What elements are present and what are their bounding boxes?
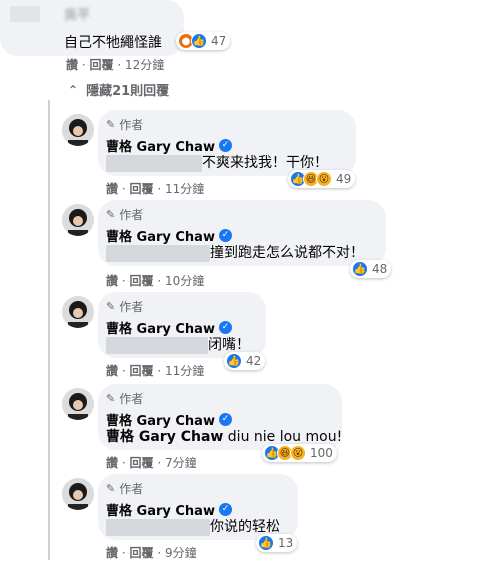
pencil-icon: ✎	[106, 482, 116, 495]
reply-reactions[interactable]: 👍 42	[224, 352, 266, 370]
like-link[interactable]: 讚	[106, 182, 118, 196]
like-reaction-icon: 👍	[258, 535, 274, 551]
author-badge: ✎ 作者	[106, 482, 144, 496]
reply-reactions[interactable]: 👍 48	[350, 260, 392, 278]
comment-time[interactable]: 11分鐘	[165, 364, 204, 378]
mention-link[interactable]: 曹格 Gary Chaw	[106, 429, 223, 445]
reply-text: 你说的轻松	[106, 516, 280, 536]
reply-actions: 讚 · 回覆 · 10分鐘	[106, 274, 205, 288]
thread-line	[48, 100, 50, 560]
reply-link[interactable]: 回覆	[130, 456, 154, 470]
verified-badge-icon: ✓	[218, 229, 232, 242]
top-comment-author[interactable]: 吳平	[64, 4, 90, 23]
like-reaction-icon: 👍	[352, 261, 368, 277]
author-badge: ✎ 作者	[106, 118, 144, 132]
top-comment-reaction-count: 47	[211, 34, 227, 48]
like-reaction-icon: 👍	[226, 353, 242, 369]
like-link[interactable]: 讚	[106, 456, 118, 470]
pencil-icon: ✎	[106, 208, 116, 221]
verified-badge-icon: ✓	[218, 321, 232, 334]
wow-reaction-icon: 😮	[290, 445, 306, 461]
reply-bubble: ✎ 作者 曹格 Gary Chaw ✓ 曹格 Gary Chaw diu nie l…	[98, 384, 342, 450]
reply-text: 闭嘴！	[106, 334, 250, 354]
redacted-mention	[106, 244, 210, 262]
redacted-mention	[106, 154, 202, 172]
top-comment-bubble: 吳平 自己不牠繩怪誰	[0, 0, 184, 56]
hide-replies-label: 隱藏21則回覆	[86, 84, 170, 99]
reply-reactions[interactable]: 👍 13	[256, 534, 298, 552]
author-avatar[interactable]	[62, 296, 94, 328]
author-badge: ✎ 作者	[106, 208, 144, 222]
like-reaction-icon: 👍	[191, 33, 207, 49]
reply-text: 不爽来找我！干你！	[106, 152, 328, 172]
reply-reactions[interactable]: 👍 😆 😮 49	[288, 170, 356, 188]
reply-actions: 讚 · 回覆 · 9分鐘	[106, 546, 197, 560]
reply-bubble: ✎ 作者 曹格 Gary Chaw ✓ 不爽来找我！干你！	[98, 110, 356, 176]
pencil-icon: ✎	[106, 392, 116, 405]
top-comment-avatar-blur	[10, 6, 40, 22]
like-link[interactable]: 讚	[106, 364, 118, 378]
pencil-icon: ✎	[106, 300, 116, 313]
reply-bubble: ✎ 作者 曹格 Gary Chaw ✓ 撞到跑走怎么说都不对！	[98, 200, 386, 266]
hide-replies-link[interactable]: ⌃ 隱藏21則回覆	[68, 80, 170, 100]
comment-time[interactable]: 9分鐘	[165, 546, 197, 560]
reply-bubble: ✎ 作者 曹格 Gary Chaw ✓ 闭嘴！	[98, 292, 266, 358]
reply-reactions[interactable]: 👍 😆 😮 100	[262, 444, 337, 462]
author-avatar[interactable]	[62, 114, 94, 146]
reply-text: 曹格 Gary Chaw diu nie lou mou!	[106, 429, 343, 445]
reply-text: 撞到跑走怎么说都不对！	[106, 242, 364, 262]
author-avatar[interactable]	[62, 388, 94, 420]
reply-actions: 讚 · 回覆 · 11分鐘	[106, 364, 205, 378]
reply-link[interactable]: 回覆	[130, 364, 154, 378]
reply-actions: 讚 · 回覆 · 11分鐘	[106, 182, 205, 196]
top-comment-actions: 讚 · 回覆 · 12分鐘	[66, 58, 165, 72]
wow-reaction-icon: 😮	[316, 171, 332, 187]
redacted-mention	[106, 518, 210, 536]
redacted-mention	[106, 336, 208, 354]
pencil-icon: ✎	[106, 118, 116, 131]
like-link[interactable]: 讚	[106, 274, 118, 288]
top-comment-text: 自己不牠繩怪誰	[64, 35, 162, 51]
like-link[interactable]: 讚	[66, 58, 78, 72]
top-comment-reactions[interactable]: ● 👍 47	[176, 32, 231, 50]
chevron-up-icon: ⌃	[68, 82, 79, 97]
comment-time[interactable]: 10分鐘	[165, 274, 204, 288]
reply-bubble: ✎ 作者 曹格 Gary Chaw ✓ 你说的轻松	[98, 474, 298, 540]
author-badge: ✎ 作者	[106, 392, 144, 406]
author-badge: ✎ 作者	[106, 300, 144, 314]
reply-actions: 讚 · 回覆 · 7分鐘	[106, 456, 197, 470]
comment-time[interactable]: 12分鐘	[125, 58, 164, 72]
like-link[interactable]: 讚	[106, 546, 118, 560]
author-avatar[interactable]	[62, 478, 94, 510]
reply-link[interactable]: 回覆	[130, 546, 154, 560]
verified-badge-icon: ✓	[218, 413, 232, 426]
verified-badge-icon: ✓	[218, 139, 232, 152]
verified-badge-icon: ✓	[218, 503, 232, 516]
reply-link[interactable]: 回覆	[130, 182, 154, 196]
comment-time[interactable]: 7分鐘	[165, 456, 197, 470]
author-avatar[interactable]	[62, 204, 94, 236]
comment-time[interactable]: 11分鐘	[165, 182, 204, 196]
reply-link[interactable]: 回覆	[130, 274, 154, 288]
reply-link[interactable]: 回覆	[90, 58, 114, 72]
